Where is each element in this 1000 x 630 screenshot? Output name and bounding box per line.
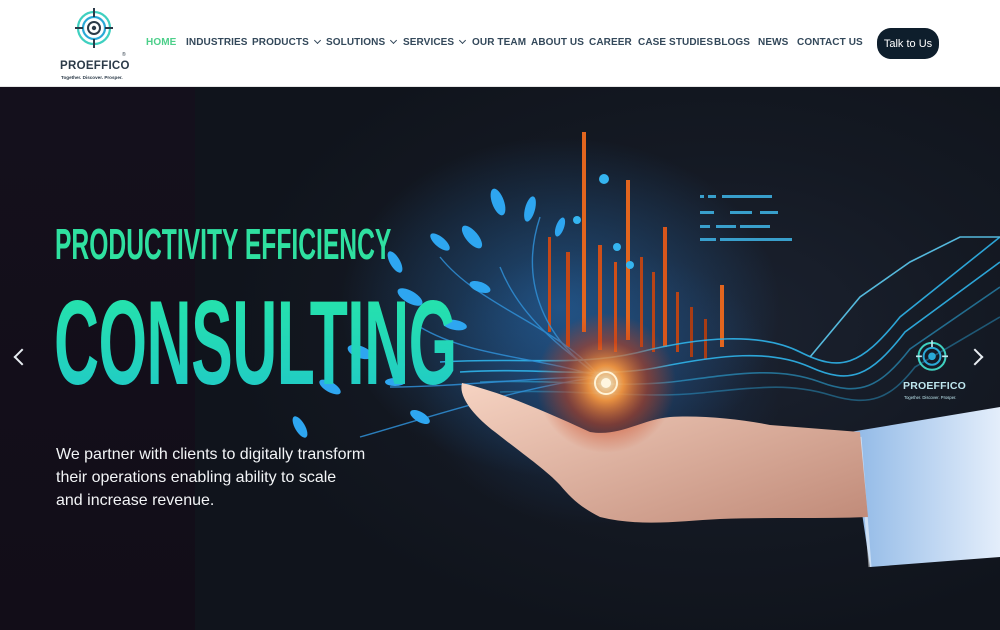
nav-item-label: BLOGS: [714, 37, 751, 48]
site-header: PROEFFICO ® Together. Discover. Prosper.…: [0, 0, 1000, 87]
nav-item-label: CONTACT US: [797, 37, 863, 48]
nav-item-label: PRODUCTS: [252, 37, 309, 48]
target-logo-icon: [75, 8, 113, 48]
nav-item-label: OUR TEAM: [472, 37, 527, 48]
nav-item-case-studies[interactable]: CASE STUDIES: [638, 37, 713, 48]
slider-next-button[interactable]: [966, 343, 991, 371]
chevron-down-icon: [313, 36, 321, 45]
brand-logo[interactable]: PROEFFICO ® Together. Discover. Prosper.: [58, 8, 130, 82]
nav-item-about-us[interactable]: ABOUT US: [531, 37, 584, 48]
nav-item-career[interactable]: CAREER: [589, 37, 632, 48]
hero-brand-tagline: Together. Discover. Prosper.: [904, 395, 957, 400]
brand-registered-mark: ®: [122, 52, 126, 58]
hero-description: We partner with clients to digitally tra…: [56, 446, 366, 509]
nav-item-blogs[interactable]: BLOGS: [714, 37, 750, 48]
chevron-left-icon: [13, 348, 31, 366]
nav-item-label: ABOUT US: [531, 37, 585, 48]
nav-item-label: INDUSTRIES: [186, 37, 248, 48]
nav-item-our-team[interactable]: OUR TEAM: [472, 37, 526, 48]
brand-tagline: Together. Discover. Prosper.: [61, 75, 123, 80]
hero-headline-small: PRODUCTIVITY EFFICIENCY: [55, 220, 392, 269]
slider-prev-button[interactable]: [8, 343, 32, 371]
chevron-down-icon: [459, 36, 467, 45]
nav-item-label: CASE STUDIES: [638, 37, 714, 48]
nav-item-label: HOME: [146, 37, 177, 48]
brand-name: PROEFFICO: [60, 60, 130, 72]
nav-item-label: NEWS: [758, 37, 789, 48]
nav-item-home[interactable]: HOME: [146, 37, 176, 48]
hero-headline-large: CONSULTING: [54, 276, 457, 410]
hero-brand-name: PROEFFICO: [903, 380, 967, 392]
nav-item-services[interactable]: SERVICES: [403, 36, 467, 48]
nav-item-products[interactable]: PRODUCTS: [252, 36, 321, 48]
chevron-right-icon: [966, 348, 984, 366]
hero-brand-logo: PROEFFICO Together. Discover. Prosper.: [900, 340, 966, 402]
target-logo-icon: [916, 340, 948, 371]
nav-item-solutions[interactable]: SOLUTIONS: [326, 36, 398, 48]
nav-item-label: SOLUTIONS: [326, 37, 386, 48]
chevron-down-icon: [390, 36, 398, 45]
nav-item-industries[interactable]: INDUSTRIES: [186, 37, 248, 48]
talk-to-us-button[interactable]: Talk to Us: [877, 28, 939, 59]
nav-item-contact-us[interactable]: CONTACT US: [797, 37, 863, 48]
nav-item-label: SERVICES: [403, 37, 455, 48]
nav-item-news[interactable]: NEWS: [758, 37, 788, 48]
nav-item-label: CAREER: [589, 37, 632, 48]
hero-slider: PRODUCTIVITY EFFICIENCY CONSULTING We pa…: [0, 87, 1000, 630]
